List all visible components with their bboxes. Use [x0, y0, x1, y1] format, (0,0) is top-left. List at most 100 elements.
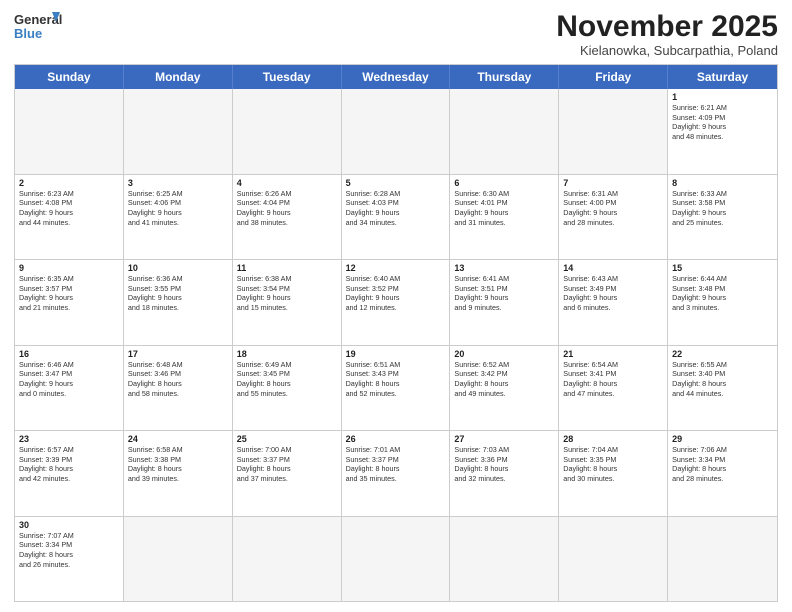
day-info: Sunrise: 6:49 AM Sunset: 3:45 PM Dayligh…: [237, 360, 337, 399]
day-number: 17: [128, 349, 228, 359]
day-info: Sunrise: 6:21 AM Sunset: 4:09 PM Dayligh…: [672, 103, 773, 142]
day-number: 26: [346, 434, 446, 444]
calendar-empty-cell: [450, 89, 559, 174]
month-title: November 2025: [556, 10, 778, 43]
day-number: 1: [672, 92, 773, 102]
day-number: 23: [19, 434, 119, 444]
day-number: 16: [19, 349, 119, 359]
day-info: Sunrise: 6:58 AM Sunset: 3:38 PM Dayligh…: [128, 445, 228, 484]
header-day-monday: Monday: [124, 65, 233, 89]
logo-svg: General Blue: [14, 10, 64, 46]
day-info: Sunrise: 6:48 AM Sunset: 3:46 PM Dayligh…: [128, 360, 228, 399]
calendar-day-19: 19Sunrise: 6:51 AM Sunset: 3:43 PM Dayli…: [342, 346, 451, 431]
calendar-day-27: 27Sunrise: 7:03 AM Sunset: 3:36 PM Dayli…: [450, 431, 559, 516]
calendar-day-18: 18Sunrise: 6:49 AM Sunset: 3:45 PM Dayli…: [233, 346, 342, 431]
day-number: 2: [19, 178, 119, 188]
day-number: 4: [237, 178, 337, 188]
day-number: 18: [237, 349, 337, 359]
day-number: 29: [672, 434, 773, 444]
calendar-week-6: 30Sunrise: 7:07 AM Sunset: 3:34 PM Dayli…: [15, 516, 777, 602]
page: General Blue November 2025 Kielanowka, S…: [0, 0, 792, 612]
calendar-day-8: 8Sunrise: 6:33 AM Sunset: 3:58 PM Daylig…: [668, 175, 777, 260]
day-number: 10: [128, 263, 228, 273]
header-day-sunday: Sunday: [15, 65, 124, 89]
day-number: 12: [346, 263, 446, 273]
calendar-day-20: 20Sunrise: 6:52 AM Sunset: 3:42 PM Dayli…: [450, 346, 559, 431]
day-info: Sunrise: 6:23 AM Sunset: 4:08 PM Dayligh…: [19, 189, 119, 228]
calendar-day-11: 11Sunrise: 6:38 AM Sunset: 3:54 PM Dayli…: [233, 260, 342, 345]
calendar-day-2: 2Sunrise: 6:23 AM Sunset: 4:08 PM Daylig…: [15, 175, 124, 260]
day-info: Sunrise: 7:07 AM Sunset: 3:34 PM Dayligh…: [19, 531, 119, 570]
calendar-empty-cell: [342, 89, 451, 174]
day-info: Sunrise: 6:40 AM Sunset: 3:52 PM Dayligh…: [346, 274, 446, 313]
day-number: 25: [237, 434, 337, 444]
day-number: 27: [454, 434, 554, 444]
calendar-empty-cell: [124, 517, 233, 602]
header: General Blue November 2025 Kielanowka, S…: [14, 10, 778, 58]
calendar-day-24: 24Sunrise: 6:58 AM Sunset: 3:38 PM Dayli…: [124, 431, 233, 516]
calendar-day-30: 30Sunrise: 7:07 AM Sunset: 3:34 PM Dayli…: [15, 517, 124, 602]
calendar-day-22: 22Sunrise: 6:55 AM Sunset: 3:40 PM Dayli…: [668, 346, 777, 431]
header-day-tuesday: Tuesday: [233, 65, 342, 89]
day-info: Sunrise: 6:31 AM Sunset: 4:00 PM Dayligh…: [563, 189, 663, 228]
day-number: 15: [672, 263, 773, 273]
calendar-day-16: 16Sunrise: 6:46 AM Sunset: 3:47 PM Dayli…: [15, 346, 124, 431]
header-day-wednesday: Wednesday: [342, 65, 451, 89]
day-info: Sunrise: 6:57 AM Sunset: 3:39 PM Dayligh…: [19, 445, 119, 484]
day-info: Sunrise: 7:06 AM Sunset: 3:34 PM Dayligh…: [672, 445, 773, 484]
day-number: 28: [563, 434, 663, 444]
header-day-saturday: Saturday: [668, 65, 777, 89]
calendar-day-1: 1Sunrise: 6:21 AM Sunset: 4:09 PM Daylig…: [668, 89, 777, 174]
day-info: Sunrise: 6:35 AM Sunset: 3:57 PM Dayligh…: [19, 274, 119, 313]
calendar-empty-cell: [668, 517, 777, 602]
calendar-empty-cell: [233, 89, 342, 174]
calendar-day-7: 7Sunrise: 6:31 AM Sunset: 4:00 PM Daylig…: [559, 175, 668, 260]
calendar-day-28: 28Sunrise: 7:04 AM Sunset: 3:35 PM Dayli…: [559, 431, 668, 516]
subtitle: Kielanowka, Subcarpathia, Poland: [556, 43, 778, 58]
calendar-day-4: 4Sunrise: 6:26 AM Sunset: 4:04 PM Daylig…: [233, 175, 342, 260]
day-info: Sunrise: 6:25 AM Sunset: 4:06 PM Dayligh…: [128, 189, 228, 228]
day-info: Sunrise: 6:33 AM Sunset: 3:58 PM Dayligh…: [672, 189, 773, 228]
logo: General Blue: [14, 10, 64, 46]
day-info: Sunrise: 6:55 AM Sunset: 3:40 PM Dayligh…: [672, 360, 773, 399]
day-info: Sunrise: 6:46 AM Sunset: 3:47 PM Dayligh…: [19, 360, 119, 399]
title-block: November 2025 Kielanowka, Subcarpathia, …: [556, 10, 778, 58]
day-number: 19: [346, 349, 446, 359]
calendar-body: 1Sunrise: 6:21 AM Sunset: 4:09 PM Daylig…: [15, 89, 777, 601]
calendar-day-10: 10Sunrise: 6:36 AM Sunset: 3:55 PM Dayli…: [124, 260, 233, 345]
calendar-day-3: 3Sunrise: 6:25 AM Sunset: 4:06 PM Daylig…: [124, 175, 233, 260]
day-number: 3: [128, 178, 228, 188]
day-info: Sunrise: 6:38 AM Sunset: 3:54 PM Dayligh…: [237, 274, 337, 313]
day-number: 22: [672, 349, 773, 359]
day-info: Sunrise: 6:26 AM Sunset: 4:04 PM Dayligh…: [237, 189, 337, 228]
calendar-empty-cell: [559, 89, 668, 174]
day-info: Sunrise: 7:01 AM Sunset: 3:37 PM Dayligh…: [346, 445, 446, 484]
calendar-empty-cell: [124, 89, 233, 174]
day-info: Sunrise: 6:54 AM Sunset: 3:41 PM Dayligh…: [563, 360, 663, 399]
day-info: Sunrise: 6:36 AM Sunset: 3:55 PM Dayligh…: [128, 274, 228, 313]
day-info: Sunrise: 6:30 AM Sunset: 4:01 PM Dayligh…: [454, 189, 554, 228]
calendar-day-26: 26Sunrise: 7:01 AM Sunset: 3:37 PM Dayli…: [342, 431, 451, 516]
calendar-week-2: 2Sunrise: 6:23 AM Sunset: 4:08 PM Daylig…: [15, 174, 777, 260]
calendar-week-4: 16Sunrise: 6:46 AM Sunset: 3:47 PM Dayli…: [15, 345, 777, 431]
calendar-week-3: 9Sunrise: 6:35 AM Sunset: 3:57 PM Daylig…: [15, 259, 777, 345]
day-info: Sunrise: 7:04 AM Sunset: 3:35 PM Dayligh…: [563, 445, 663, 484]
calendar-day-23: 23Sunrise: 6:57 AM Sunset: 3:39 PM Dayli…: [15, 431, 124, 516]
calendar-day-9: 9Sunrise: 6:35 AM Sunset: 3:57 PM Daylig…: [15, 260, 124, 345]
day-number: 13: [454, 263, 554, 273]
day-number: 6: [454, 178, 554, 188]
day-number: 30: [19, 520, 119, 530]
calendar-day-12: 12Sunrise: 6:40 AM Sunset: 3:52 PM Dayli…: [342, 260, 451, 345]
calendar-day-17: 17Sunrise: 6:48 AM Sunset: 3:46 PM Dayli…: [124, 346, 233, 431]
calendar-day-29: 29Sunrise: 7:06 AM Sunset: 3:34 PM Dayli…: [668, 431, 777, 516]
day-info: Sunrise: 6:41 AM Sunset: 3:51 PM Dayligh…: [454, 274, 554, 313]
day-number: 11: [237, 263, 337, 273]
day-number: 21: [563, 349, 663, 359]
calendar: SundayMondayTuesdayWednesdayThursdayFrid…: [14, 64, 778, 602]
day-number: 14: [563, 263, 663, 273]
calendar-header: SundayMondayTuesdayWednesdayThursdayFrid…: [15, 65, 777, 89]
day-info: Sunrise: 6:43 AM Sunset: 3:49 PM Dayligh…: [563, 274, 663, 313]
day-info: Sunrise: 6:28 AM Sunset: 4:03 PM Dayligh…: [346, 189, 446, 228]
calendar-day-6: 6Sunrise: 6:30 AM Sunset: 4:01 PM Daylig…: [450, 175, 559, 260]
day-number: 8: [672, 178, 773, 188]
